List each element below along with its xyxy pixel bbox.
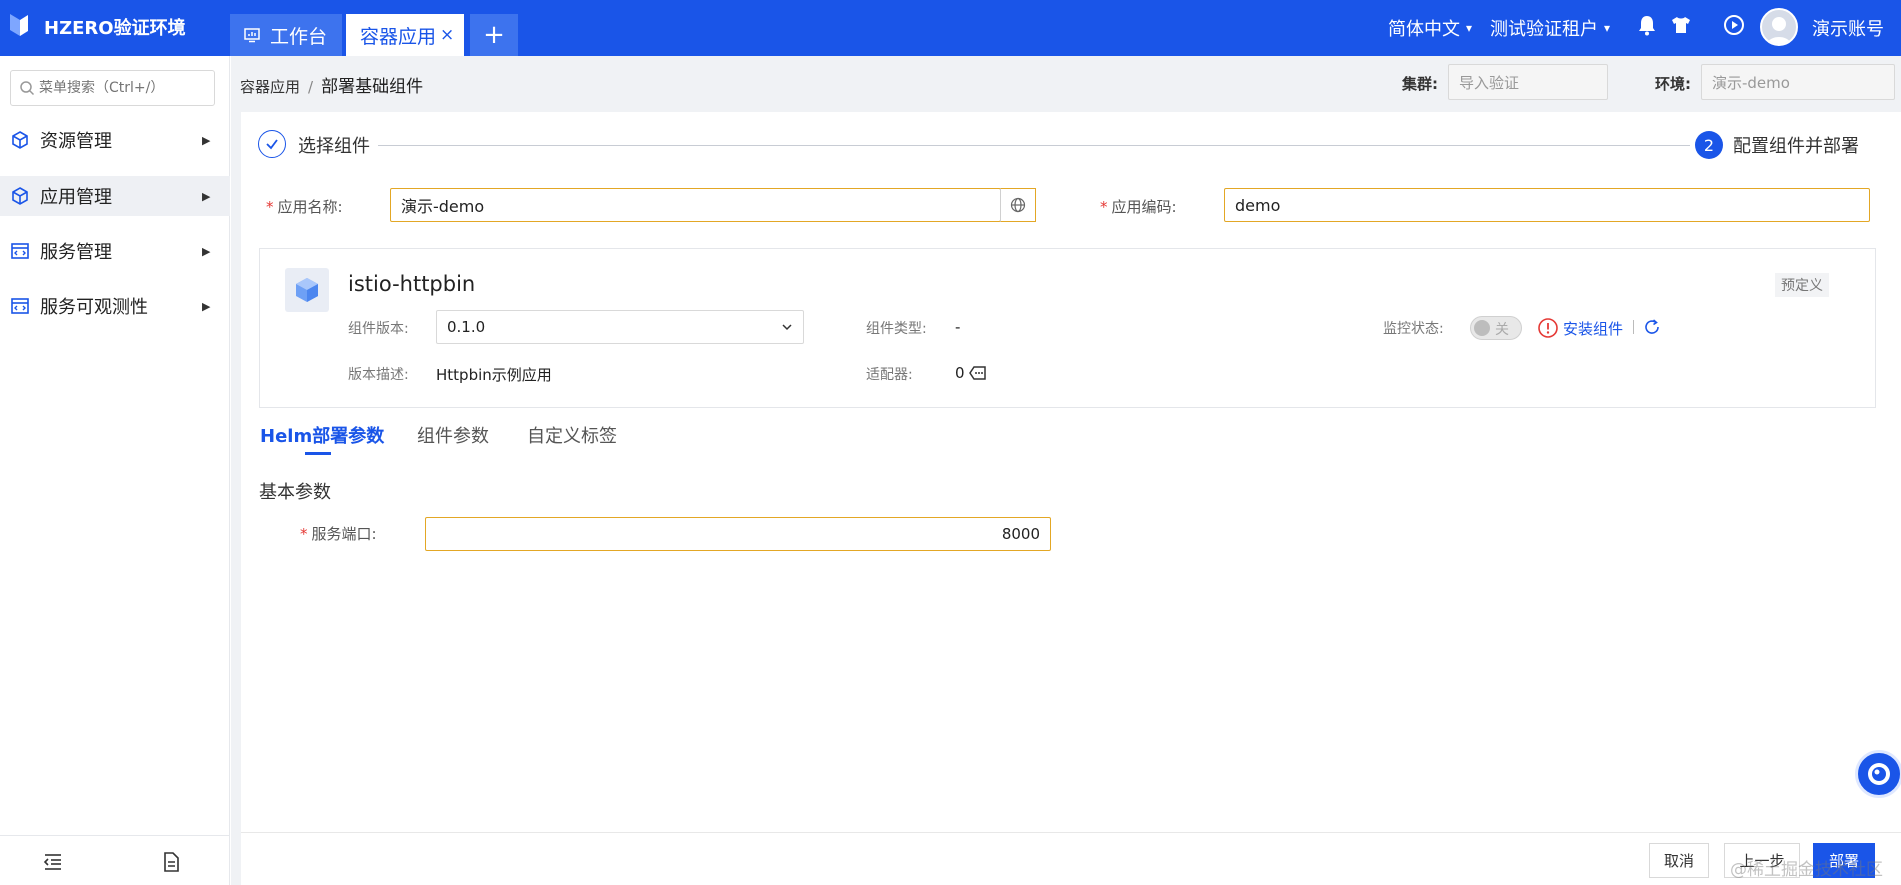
language-select[interactable]: 简体中文 ▾ xyxy=(1388,0,1472,56)
search-icon xyxy=(20,81,35,96)
tab-container-app-label: 容器应用 xyxy=(360,25,437,48)
predefined-tag: 预定义 xyxy=(1775,273,1829,297)
code-window-icon xyxy=(11,243,29,259)
sidebar-item-label: 资源管理 xyxy=(40,131,112,152)
step-2-label: 配置组件并部署 xyxy=(1733,136,1859,157)
toggle-label: 关 xyxy=(1495,322,1509,338)
install-component-link[interactable]: 安装组件 xyxy=(1563,318,1623,339)
play-circle-icon[interactable] xyxy=(1721,12,1747,38)
tenant-label: 测试验证租户 xyxy=(1490,19,1598,40)
refresh-icon[interactable] xyxy=(1643,318,1661,336)
component-cube-icon xyxy=(285,268,329,312)
type-label: 组件类型: xyxy=(866,321,927,337)
toggle-knob xyxy=(1474,320,1490,336)
active-tab-indicator xyxy=(305,452,331,455)
caret-right-icon: ▶ xyxy=(202,133,211,147)
desc-value: Httpbin示例应用 xyxy=(436,366,552,384)
add-tab-button[interactable]: + xyxy=(470,14,518,56)
cube-icon xyxy=(12,131,28,149)
avatar[interactable] xyxy=(1760,8,1798,46)
sidebar-item-label: 应用管理 xyxy=(40,187,112,208)
tab-component-params[interactable]: 组件参数 xyxy=(417,422,489,448)
breadcrumb: 容器应用 / 部署基础组件 xyxy=(240,72,423,97)
app-title: HZERO验证环境 xyxy=(44,18,186,39)
sidebar-item-service[interactable]: 服务管理 ▶ xyxy=(0,231,230,271)
menu-search-input[interactable] xyxy=(39,80,209,96)
service-port-label: * 服务端口: xyxy=(300,525,377,543)
assistant-float-icon[interactable] xyxy=(1855,750,1901,798)
tenant-select[interactable]: 测试验证租户 ▾ xyxy=(1490,0,1610,56)
cancel-button[interactable]: 取消 xyxy=(1649,843,1709,878)
tab-container-app[interactable]: 容器应用 × xyxy=(346,14,464,56)
chevron-down-icon xyxy=(782,324,792,331)
watermark: @稀土掘金技术社区 xyxy=(1730,860,1883,880)
sidebar-item-observability[interactable]: 服务可观测性 ▶ xyxy=(0,286,230,326)
app-code-input[interactable]: demo xyxy=(1224,188,1870,222)
language-label: 简体中文 xyxy=(1388,19,1460,40)
code-window-icon xyxy=(11,298,29,314)
shirt-icon[interactable] xyxy=(1668,12,1694,38)
service-port-input[interactable]: 8000 xyxy=(425,517,1051,551)
cluster-field: 导入验证 xyxy=(1448,64,1608,100)
env-field: 演示-demo xyxy=(1701,64,1895,100)
divider xyxy=(1633,320,1634,334)
component-name: istio-httpbin xyxy=(348,272,476,296)
section-title: 基本参数 xyxy=(259,482,331,503)
env-label: 环境: xyxy=(1655,75,1691,93)
tag-icon[interactable] xyxy=(968,364,988,382)
chevron-down-icon: ▾ xyxy=(1466,21,1473,35)
step-divider xyxy=(378,145,1690,146)
menu-search[interactable] xyxy=(10,70,215,106)
caret-right-icon: ▶ xyxy=(202,244,211,258)
close-tab-icon[interactable]: × xyxy=(440,25,454,45)
sidebar: 资源管理 ▶ 应用管理 ▶ 服务管理 ▶ 服务可观测性 ▶ xyxy=(0,56,230,885)
sidebar-item-app[interactable]: 应用管理 ▶ xyxy=(0,176,230,216)
version-value: 0.1.0 xyxy=(447,318,486,336)
version-label: 组件版本: xyxy=(348,321,409,337)
app-code-label: * 应用编码: xyxy=(1100,198,1177,216)
cluster-label: 集群: xyxy=(1402,75,1438,93)
main-panel xyxy=(241,112,1901,885)
top-bar: HZERO验证环境 工作台 容器应用 × + 简体中文 ▾ 测试验证租户 ▾ 演… xyxy=(0,0,1901,56)
monitor-toggle[interactable]: 关 xyxy=(1470,316,1522,340)
app-name-label: * 应用名称: xyxy=(266,198,343,216)
document-icon[interactable] xyxy=(160,851,182,873)
step-2-number: 2 xyxy=(1695,131,1723,159)
logo-icon xyxy=(10,14,28,36)
breadcrumb-parent[interactable]: 容器应用 xyxy=(240,78,300,96)
breadcrumb-current: 部署基础组件 xyxy=(321,77,424,97)
warning-circle-icon xyxy=(1538,318,1558,338)
bell-icon[interactable] xyxy=(1634,12,1660,38)
caret-right-icon: ▶ xyxy=(202,189,211,203)
sidebar-item-label: 服务可观测性 xyxy=(40,297,148,318)
footer-divider xyxy=(241,832,1901,833)
username[interactable]: 演示账号 xyxy=(1812,0,1884,56)
tab-custom-labels[interactable]: 自定义标签 xyxy=(527,422,617,448)
monitor-label: 监控状态: xyxy=(1383,321,1444,337)
breadcrumb-separator: / xyxy=(308,78,314,96)
version-select[interactable]: 0.1.0 xyxy=(436,310,804,344)
adapter-value: 0 xyxy=(955,364,965,382)
sidebar-item-resource[interactable]: 资源管理 ▶ xyxy=(0,120,230,160)
adapter-label: 适配器: xyxy=(866,367,913,383)
type-value: - xyxy=(955,318,961,336)
cube-icon xyxy=(12,187,28,205)
monitor-icon xyxy=(244,28,260,43)
desc-label: 版本描述: xyxy=(348,367,409,383)
tab-workbench[interactable]: 工作台 xyxy=(230,14,342,56)
app-name-input[interactable]: 演示-demo xyxy=(390,188,1001,222)
tab-helm-params[interactable]: Helm部署参数 xyxy=(260,422,384,448)
sidebar-item-label: 服务管理 xyxy=(40,242,112,263)
tab-workbench-label: 工作台 xyxy=(270,25,328,48)
step-1-label: 选择组件 xyxy=(298,136,370,157)
caret-right-icon: ▶ xyxy=(202,299,211,313)
chevron-down-icon: ▾ xyxy=(1604,21,1611,35)
sidebar-footer xyxy=(0,835,230,885)
step-done-icon xyxy=(258,130,286,158)
collapse-menu-icon[interactable] xyxy=(42,851,64,873)
globe-icon[interactable] xyxy=(1000,188,1036,222)
